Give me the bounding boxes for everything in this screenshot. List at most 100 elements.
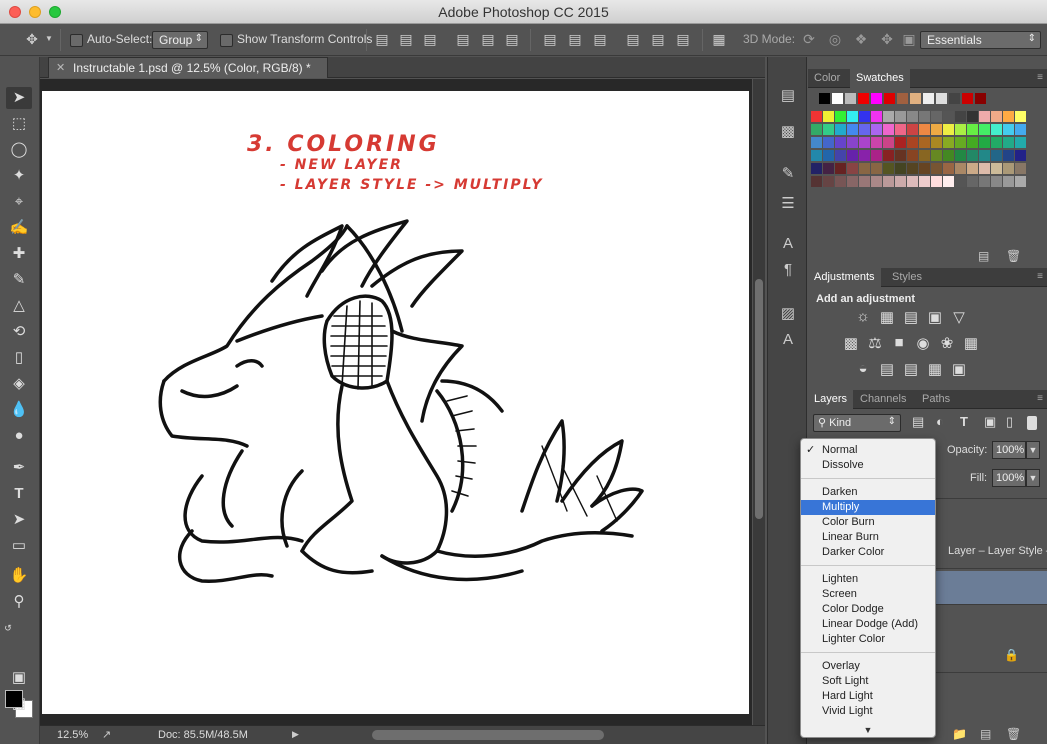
distribute-vcenter-icon[interactable]: ▤ xyxy=(567,31,583,48)
color-swatch[interactable] xyxy=(847,137,858,148)
color-swatch[interactable] xyxy=(811,111,822,122)
color-swatch[interactable] xyxy=(883,111,894,122)
opacity-input[interactable]: 100% xyxy=(992,441,1026,459)
move-tool-preset-icon[interactable]: ✥ xyxy=(22,31,42,48)
zoom-icon[interactable]: ⚲ xyxy=(6,591,32,613)
color-swatch[interactable] xyxy=(859,137,870,148)
blend-mode-option[interactable]: Screen xyxy=(801,587,935,602)
crop-icon[interactable]: ⌖ xyxy=(6,191,32,213)
color-swatch[interactable] xyxy=(883,163,894,174)
color-swatch[interactable] xyxy=(962,93,973,104)
color-swatch[interactable] xyxy=(955,163,966,174)
color-swatch[interactable] xyxy=(907,150,918,161)
color-swatch[interactable] xyxy=(847,163,858,174)
3d-rotate-icon[interactable]: ⟳ xyxy=(800,31,818,48)
quick-mask-icon[interactable]: ▣ xyxy=(6,667,32,689)
blend-mode-option[interactable]: Dissolve xyxy=(801,458,935,473)
new-layer-icon[interactable]: ▤ xyxy=(980,727,991,741)
blend-mode-option[interactable]: Lighter Color xyxy=(801,632,935,647)
color-swatch[interactable] xyxy=(991,111,1002,122)
color-swatch[interactable] xyxy=(975,93,986,104)
color-swatch[interactable] xyxy=(991,124,1002,135)
color-swatch[interactable] xyxy=(979,176,990,187)
blend-mode-option[interactable]: Linear Dodge (Add) xyxy=(801,617,935,632)
auto-select-dropdown[interactable]: Group ⇕ xyxy=(152,31,208,49)
show-transform-checkbox[interactable] xyxy=(220,34,233,47)
filter-type-icon[interactable]: T xyxy=(960,414,968,429)
lock-icon[interactable]: 🔒 xyxy=(1004,648,1019,662)
move-icon[interactable]: ➤ xyxy=(6,87,32,109)
path-select-icon[interactable]: ➤ xyxy=(6,509,32,531)
tab-styles[interactable]: Styles xyxy=(886,268,928,287)
color-swatch[interactable] xyxy=(919,124,930,135)
foreground-color-swatch[interactable] xyxy=(5,690,23,708)
color-swatch[interactable] xyxy=(931,176,942,187)
color-swatch[interactable] xyxy=(955,176,966,187)
color-swatch[interactable] xyxy=(871,163,882,174)
color-swatch[interactable] xyxy=(919,137,930,148)
color-swatch[interactable] xyxy=(897,93,908,104)
tab-swatches[interactable]: Swatches xyxy=(850,69,910,88)
color-swatch[interactable] xyxy=(1015,111,1026,122)
color-swatch[interactable] xyxy=(871,111,882,122)
color-swatch[interactable] xyxy=(967,176,978,187)
distribute-left-icon[interactable]: ▤ xyxy=(625,31,641,48)
brush-panel-icon[interactable]: ☰ xyxy=(776,193,800,215)
color-swatch[interactable] xyxy=(835,163,846,174)
character-panel-icon[interactable]: A xyxy=(776,233,800,255)
invert-icon[interactable]: ◒ xyxy=(852,360,874,377)
color-swatch[interactable] xyxy=(967,111,978,122)
delete-swatch-icon[interactable]: 🗑 xyxy=(1006,249,1021,263)
paragraph-panel-icon[interactable]: ¶ xyxy=(776,259,800,281)
auto-select-checkbox[interactable] xyxy=(70,34,83,47)
fill-arrow-icon[interactable]: ▼ xyxy=(1026,469,1040,487)
blur-icon[interactable]: 💧 xyxy=(6,399,32,421)
healing-icon[interactable]: ✚ xyxy=(6,243,32,265)
color-swatch[interactable] xyxy=(835,137,846,148)
type-icon[interactable]: T xyxy=(6,483,32,505)
color-swatch[interactable] xyxy=(1003,150,1014,161)
align-bottom-icon[interactable]: ▤ xyxy=(422,31,438,48)
distribute-right-icon[interactable]: ▤ xyxy=(675,31,691,48)
filter-pixel-icon[interactable]: ▤ xyxy=(912,414,924,430)
fill-input[interactable]: 100% xyxy=(992,469,1026,487)
color-swatch[interactable] xyxy=(991,150,1002,161)
history-panel-icon[interactable]: ▤ xyxy=(776,85,800,107)
color-swatch[interactable] xyxy=(936,93,947,104)
scroll-down-icon[interactable]: ▼ xyxy=(801,725,935,735)
color-swatch[interactable] xyxy=(979,111,990,122)
color-swatch[interactable] xyxy=(979,124,990,135)
color-swatch[interactable] xyxy=(910,93,921,104)
color-swatch[interactable] xyxy=(943,124,954,135)
zoom-level[interactable]: 12.5% xyxy=(57,729,88,741)
color-swatch[interactable] xyxy=(823,124,834,135)
blend-mode-option[interactable]: Darker Color xyxy=(801,545,935,560)
color-swatch[interactable] xyxy=(991,176,1002,187)
swap-colors-icon[interactable]: ↺ xyxy=(2,617,14,639)
color-swatch[interactable] xyxy=(1003,176,1014,187)
color-swatch[interactable] xyxy=(895,176,906,187)
color-swatch[interactable] xyxy=(967,137,978,148)
brightness-icon[interactable]: ☼ xyxy=(852,308,874,325)
posterize-icon[interactable]: ▤ xyxy=(876,360,898,378)
color-swatch[interactable] xyxy=(895,124,906,135)
exposure-icon[interactable]: ▣ xyxy=(924,308,946,326)
character-styles-icon[interactable]: ▨ xyxy=(776,303,800,325)
color-swatch[interactable] xyxy=(943,137,954,148)
color-swatch[interactable] xyxy=(871,176,882,187)
canvas-area[interactable]: 3. COLORING - NEW LAYER - LAYER STYLE ->… xyxy=(40,79,752,725)
color-swatch[interactable] xyxy=(931,137,942,148)
filter-shape-icon[interactable]: ▣ xyxy=(984,414,996,430)
color-swatch[interactable] xyxy=(923,93,934,104)
color-swatch[interactable] xyxy=(991,137,1002,148)
color-swatch[interactable] xyxy=(979,137,990,148)
eyedropper-icon[interactable]: ✍ xyxy=(6,217,32,239)
new-group-icon[interactable]: 📁 xyxy=(952,727,967,741)
color-swatch[interactable] xyxy=(919,163,930,174)
color-swatch[interactable] xyxy=(823,111,834,122)
panel-menu-icon[interactable]: ≡ xyxy=(1037,271,1043,282)
color-swatch[interactable] xyxy=(895,150,906,161)
blend-mode-option[interactable]: Color Burn xyxy=(801,515,935,530)
color-swatch[interactable] xyxy=(823,163,834,174)
color-swatch[interactable] xyxy=(835,150,846,161)
